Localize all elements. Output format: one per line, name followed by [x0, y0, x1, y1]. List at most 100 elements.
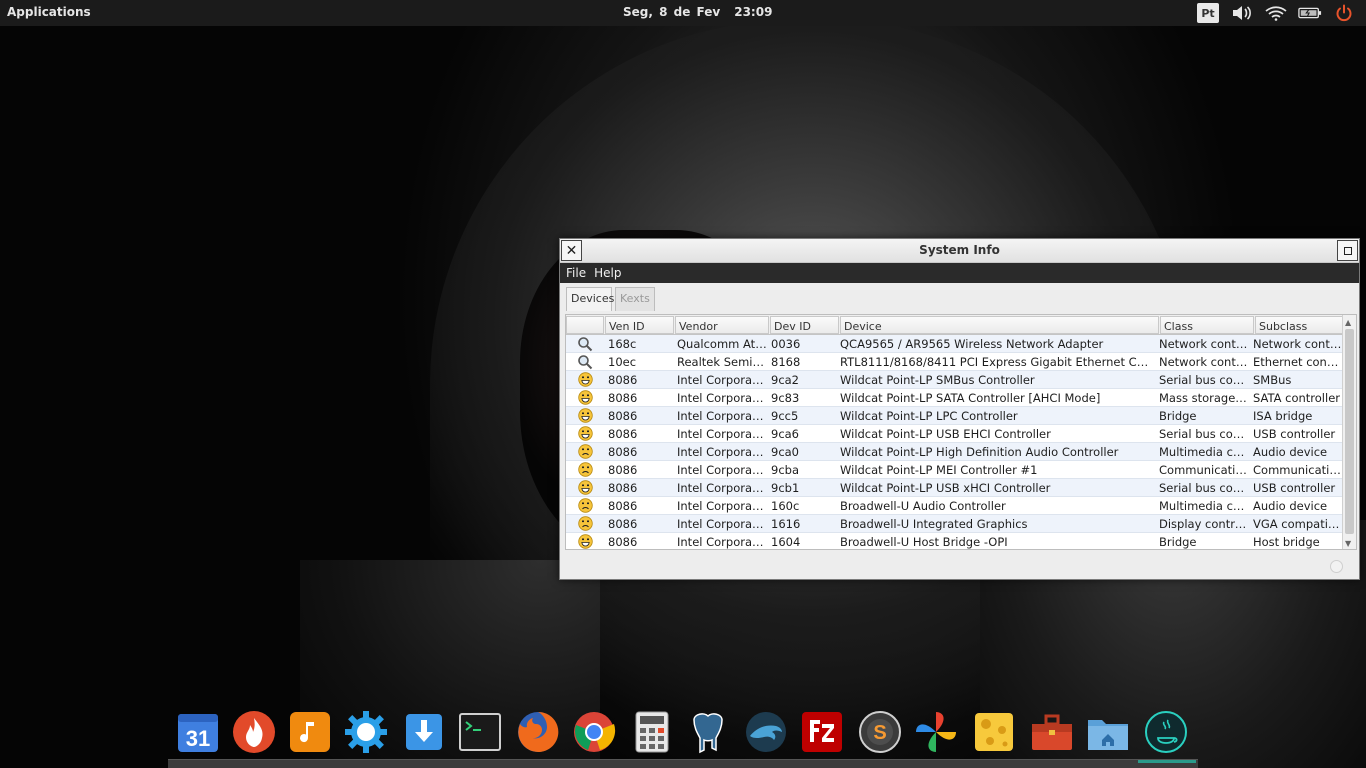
tab-devices[interactable]: Devices [566, 287, 614, 311]
applications-menu-button[interactable]: Applications [7, 5, 91, 19]
cell-device: Wildcat Point-LP USB EHCI Controller [840, 426, 1051, 441]
wifi-icon[interactable] [1264, 3, 1288, 23]
column-header-subclass[interactable]: Subclass [1255, 316, 1348, 334]
cell-class: Serial bus cont... [1159, 372, 1249, 387]
toolbox-icon[interactable] [1030, 710, 1074, 754]
column-header-class[interactable]: Class [1160, 316, 1254, 334]
java-icon[interactable] [1144, 710, 1188, 754]
table-row[interactable]: 8086 Intel Corporati... 9cba Wildcat Point-… [566, 461, 1356, 479]
system-tray: Pt [1197, 0, 1366, 26]
table-row[interactable]: 10ec Realtek Semic... 8168 RTL8111/8168/841… [566, 353, 1356, 371]
cell-vendor: Intel Corporati... [677, 498, 767, 513]
table-row[interactable]: 8086 Intel Corporati... 1604 Broadwell-U Ho… [566, 533, 1356, 549]
cell-vendor: Intel Corporati... [677, 444, 767, 459]
cell-vendor: Intel Corporati... [677, 462, 767, 477]
cell-dev-id: 9cc5 [771, 408, 799, 423]
burner-icon[interactable] [232, 710, 276, 754]
table-row[interactable]: 8086 Intel Corporati... 9c83 Wildcat Point-… [566, 389, 1356, 407]
scroll-down-arrow-icon[interactable]: ▼ [1345, 539, 1351, 548]
cell-ven-id: 8086 [608, 426, 638, 441]
table-row[interactable]: 8086 Intel Corporati... 9ca0 Wildcat Point-… [566, 443, 1356, 461]
chrome-icon[interactable] [572, 710, 616, 754]
table-row[interactable]: 8086 Intel Corporati... 9ca6 Wildcat Point-… [566, 425, 1356, 443]
cell-device: Wildcat Point-LP High Definition Audio C… [840, 444, 1119, 459]
maximize-window-button[interactable] [1337, 240, 1358, 261]
cell-device: Wildcat Point-LP MEI Controller #1 [840, 462, 1038, 477]
cheese-icon[interactable] [972, 710, 1016, 754]
window-titlebar[interactable]: ✕ System Info [560, 239, 1359, 263]
table-row[interactable]: 8086 Intel Corporati... 9ca2 Wildcat Point-… [566, 371, 1356, 389]
cell-device: Broadwell-U Host Bridge -OPI [840, 534, 1008, 549]
cell-ven-id: 8086 [608, 444, 638, 459]
smiley-sad-icon [566, 462, 604, 477]
table-row[interactable]: 168c Qualcomm Ath... 0036 QCA9565 / AR9565 … [566, 335, 1356, 353]
cell-subclass: Network contr... [1253, 336, 1342, 351]
postgresql-icon[interactable] [686, 710, 730, 754]
table-row[interactable]: 8086 Intel Corporati... 160c Broadwell-U Au… [566, 497, 1356, 515]
cell-class: Multimedia co... [1159, 498, 1249, 513]
scrollbar-thumb[interactable] [1345, 329, 1354, 534]
cell-dev-id: 8168 [771, 354, 801, 369]
cell-vendor: Qualcomm Ath... [677, 336, 767, 351]
cell-subclass: Ethernet contr... [1253, 354, 1342, 369]
filezilla-icon[interactable] [800, 710, 844, 754]
calendar-icon[interactable]: 31 [176, 710, 220, 754]
menu-file[interactable]: File [566, 266, 586, 280]
battery-icon[interactable] [1298, 3, 1322, 23]
terminal-icon[interactable] [458, 710, 502, 754]
scroll-up-arrow-icon[interactable]: ▲ [1345, 318, 1351, 327]
cell-class: Serial bus cont... [1159, 426, 1249, 441]
column-header-device[interactable]: Device [840, 316, 1159, 334]
sublime-text-icon[interactable]: S [858, 710, 902, 754]
home-folder-icon[interactable] [1086, 710, 1130, 754]
svg-text:S: S [873, 722, 886, 744]
cell-device: Broadwell-U Audio Controller [840, 498, 1006, 513]
cell-subclass: SMBus [1253, 372, 1292, 387]
menu-help[interactable]: Help [594, 266, 621, 280]
cell-dev-id: 9ca2 [771, 372, 800, 387]
column-header-vendor[interactable]: Vendor [675, 316, 769, 334]
cell-subclass: USB controller [1253, 480, 1336, 495]
vertical-scrollbar[interactable]: ▲ ▼ [1342, 315, 1356, 549]
smiley-happy-icon [566, 372, 604, 387]
cell-ven-id: 8086 [608, 498, 638, 513]
pinwheel-icon[interactable] [914, 710, 958, 754]
cell-vendor: Intel Corporati... [677, 534, 767, 549]
downloads-icon[interactable] [402, 710, 446, 754]
cell-ven-id: 8086 [608, 408, 638, 423]
mysql-workbench-icon[interactable] [744, 710, 788, 754]
cell-ven-id: 8086 [608, 372, 638, 387]
smiley-sad-icon [566, 516, 604, 531]
tab-kexts[interactable]: Kexts [615, 287, 655, 311]
column-header-ven-id[interactable]: Ven ID [605, 316, 674, 334]
cell-subclass: USB controller [1253, 426, 1336, 441]
cell-subclass: Audio device [1253, 444, 1328, 459]
table-row[interactable]: 8086 Intel Corporati... 9cb1 Wildcat Point-… [566, 479, 1356, 497]
cell-class: Bridge [1159, 408, 1197, 423]
cell-class: Multimedia co... [1159, 444, 1249, 459]
table-row[interactable]: 8086 Intel Corporati... 1616 Broadwell-U In… [566, 515, 1356, 533]
clock[interactable]: Seg, 8 de Fev 23:09 [623, 5, 772, 19]
cell-dev-id: 9ca6 [771, 426, 800, 441]
firefox-icon[interactable] [516, 710, 560, 754]
cell-vendor: Intel Corporati... [677, 408, 767, 423]
keyboard-layout-indicator[interactable]: Pt [1197, 3, 1219, 23]
cell-class: Network contr... [1159, 336, 1249, 351]
cell-subclass: SATA controller [1253, 390, 1341, 405]
cell-device: QCA9565 / AR9565 Wireless Network Adapte… [840, 336, 1104, 351]
cell-ven-id: 8086 [608, 390, 638, 405]
cell-ven-id: 168c [608, 336, 637, 351]
column-header-dev-id[interactable]: Dev ID [770, 316, 839, 334]
column-header-icon[interactable] [566, 316, 604, 334]
cell-subclass: ISA bridge [1253, 408, 1313, 423]
calculator-icon[interactable] [630, 710, 674, 754]
settings-icon[interactable] [344, 710, 388, 754]
smiley-happy-icon [566, 480, 604, 495]
clock-date: Seg, 8 de Fev [623, 5, 721, 19]
table-row[interactable]: 8086 Intel Corporati... 9cc5 Wildcat Point-… [566, 407, 1356, 425]
cell-class: Serial bus cont... [1159, 480, 1249, 495]
music-icon[interactable] [288, 710, 332, 754]
smiley-happy-icon [566, 534, 604, 549]
power-icon[interactable] [1332, 3, 1356, 23]
volume-icon[interactable] [1230, 3, 1254, 23]
